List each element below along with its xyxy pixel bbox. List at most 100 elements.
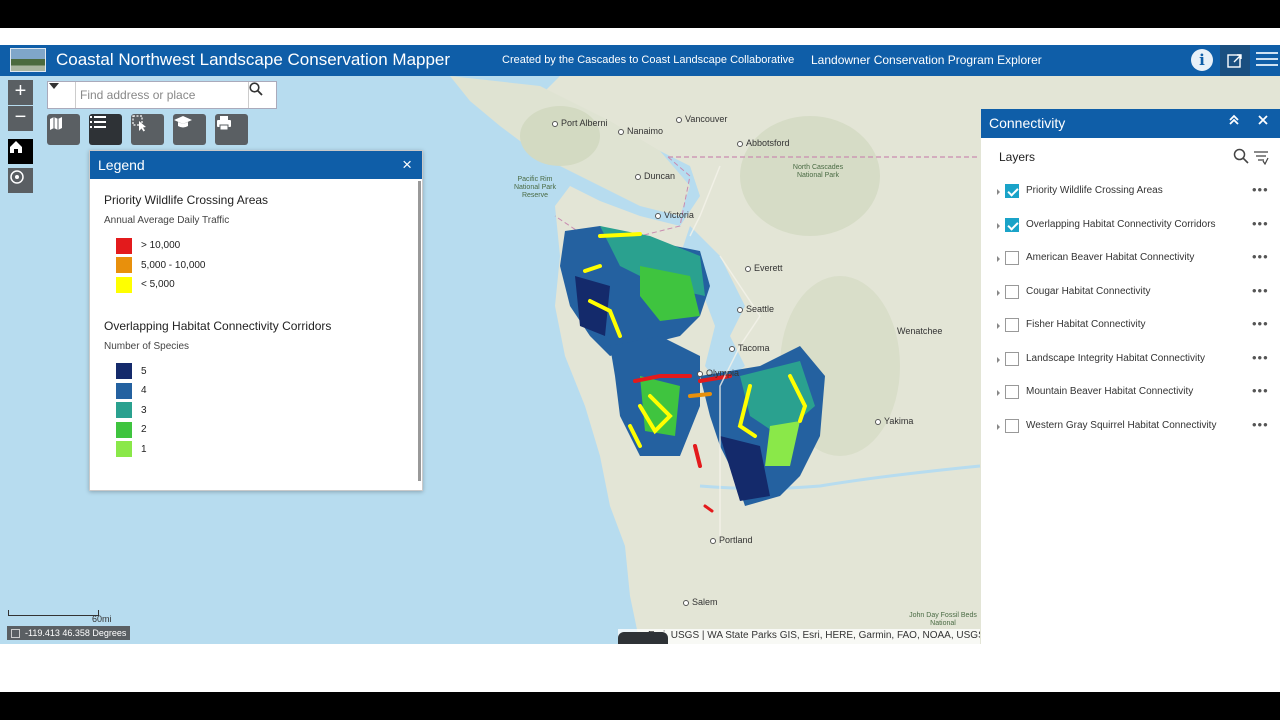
layer-list-icon xyxy=(90,116,106,128)
layer-item[interactable]: Landscape Integrity Habitat Connectivity… xyxy=(981,344,1280,378)
layer-item[interactable]: Mountain Beaver Habitat Connectivity ••• xyxy=(981,377,1280,411)
expand-caret-icon[interactable] xyxy=(997,390,1000,396)
legend-item-label: 2 xyxy=(141,424,147,436)
layer-name[interactable]: Fisher Habitat Connectivity xyxy=(1026,319,1146,330)
menu-button[interactable] xyxy=(1256,48,1278,72)
legend-swatch xyxy=(116,382,132,399)
layer-checkbox[interactable] xyxy=(1005,318,1019,332)
select-icon xyxy=(132,115,146,132)
layer-item[interactable]: American Beaver Habitat Connectivity ••• xyxy=(981,243,1280,277)
panel-header: Connectivity xyxy=(981,109,1280,138)
legend-title: Legend xyxy=(98,157,145,173)
city-label: Victoria xyxy=(655,210,694,220)
city-label: Everett xyxy=(745,263,783,273)
bookmark-button[interactable] xyxy=(47,114,80,145)
layer-options-button[interactable]: ••• xyxy=(1252,182,1269,197)
legend-body: Priority Wildlife Crossing Areas Annual … xyxy=(90,179,422,473)
coordinate-toggle-icon[interactable] xyxy=(11,628,20,638)
layer-checkbox[interactable] xyxy=(1005,217,1019,232)
zoom-in-button[interactable]: + xyxy=(8,80,33,105)
search-button[interactable] xyxy=(248,82,276,108)
layer-item[interactable]: Fisher Habitat Connectivity ••• xyxy=(981,310,1280,344)
search-widget xyxy=(47,81,277,109)
layer-name[interactable]: Mountain Beaver Habitat Connectivity xyxy=(1026,386,1193,397)
home-button[interactable] xyxy=(8,139,33,164)
layer-checkbox[interactable] xyxy=(1005,418,1019,433)
expand-caret-icon[interactable] xyxy=(997,189,1000,195)
park-label: John Day Fossil Beds National xyxy=(909,612,977,627)
expand-caret-icon[interactable] xyxy=(997,423,1000,430)
locate-icon xyxy=(10,170,24,184)
layers-title: Layers xyxy=(999,150,1036,164)
education-button[interactable] xyxy=(173,114,206,145)
layer-name[interactable]: Overlapping Habitat Connectivity Corrido… xyxy=(1026,219,1216,230)
legend-close-button[interactable]: × xyxy=(402,155,412,175)
search-icon[interactable] xyxy=(1233,148,1249,164)
select-button[interactable] xyxy=(131,114,164,145)
expand-caret-icon[interactable] xyxy=(997,323,1000,329)
city-label: Tacoma xyxy=(729,343,770,353)
layer-name[interactable]: Landscape Integrity Habitat Connectivity xyxy=(1026,353,1205,364)
layer-options-button[interactable]: ••• xyxy=(1252,249,1269,264)
park-label: North Cascades National Park xyxy=(792,164,844,179)
locate-button[interactable] xyxy=(8,168,33,193)
layer-checkbox[interactable] xyxy=(1005,351,1019,366)
legend-section-subtitle: Number of Species xyxy=(104,340,190,352)
search-input[interactable] xyxy=(80,85,245,105)
legend-item: 3 xyxy=(104,401,408,421)
legend-section-title: Overlapping Habitat Connectivity Corrido… xyxy=(104,318,332,333)
layer-options-button[interactable]: ••• xyxy=(1252,283,1269,298)
city-label: Vancouver xyxy=(676,114,727,124)
zoom-out-button[interactable]: − xyxy=(8,106,33,131)
layer-options-button[interactable]: ••• xyxy=(1252,316,1269,331)
expand-caret-icon[interactable] xyxy=(997,356,1000,363)
park-label: Pacific Rim National Park Reserve xyxy=(513,176,557,199)
search-source-dropdown[interactable] xyxy=(48,82,76,108)
print-button[interactable] xyxy=(215,114,248,145)
layer-name[interactable]: Cougar Habitat Connectivity xyxy=(1026,286,1151,297)
city-label: Portland xyxy=(710,535,753,545)
share-icon xyxy=(1227,53,1242,68)
layer-options-button[interactable]: ••• xyxy=(1252,383,1269,398)
expand-caret-icon[interactable] xyxy=(997,289,1000,296)
layer-item[interactable]: Priority Wildlife Crossing Areas ••• xyxy=(981,176,1280,210)
attribution-toggle-button[interactable] xyxy=(618,632,668,644)
legend-item: 5 xyxy=(104,362,408,382)
layer-checkbox[interactable] xyxy=(1005,184,1019,198)
expand-caret-icon[interactable] xyxy=(997,222,1000,229)
layer-options-button[interactable]: ••• xyxy=(1252,216,1269,231)
layer-item[interactable]: Overlapping Habitat Connectivity Corrido… xyxy=(981,210,1280,244)
layer-checkbox[interactable] xyxy=(1005,284,1019,299)
layer-name[interactable]: American Beaver Habitat Connectivity xyxy=(1026,252,1194,263)
layer-checkbox[interactable] xyxy=(1005,385,1019,399)
legend-swatch xyxy=(116,257,132,274)
expand-caret-icon[interactable] xyxy=(997,256,1000,262)
legend-item: 2 xyxy=(104,420,408,440)
layer-options-button[interactable]: ••• xyxy=(1252,417,1269,432)
info-button[interactable]: i xyxy=(1191,49,1213,71)
layer-checkbox[interactable] xyxy=(1005,251,1019,265)
search-icon xyxy=(249,82,263,96)
legend-swatch xyxy=(116,363,132,380)
program-explorer-link[interactable]: Landowner Conservation Program Explorer xyxy=(811,53,1042,67)
layer-name[interactable]: Priority Wildlife Crossing Areas xyxy=(1026,185,1163,196)
legend-item-label: 1 xyxy=(141,443,147,455)
legend-section-subtitle: Annual Average Daily Traffic xyxy=(104,215,230,226)
legend-scrollbar[interactable] xyxy=(418,181,421,481)
panel-close-button[interactable] xyxy=(1257,113,1269,130)
collapse-button[interactable] xyxy=(1227,113,1241,130)
legend-item: < 5,000 xyxy=(104,275,408,295)
layer-item[interactable]: Cougar Habitat Connectivity ••• xyxy=(981,277,1280,311)
layer-name[interactable]: Western Gray Squirrel Habitat Connectivi… xyxy=(1026,420,1216,431)
layers-bar: Layers xyxy=(981,138,1280,176)
coordinate-value: -119.413 46.358 Degrees xyxy=(25,628,127,638)
city-label: Nanaimo xyxy=(618,126,663,136)
layer-list-button[interactable] xyxy=(89,114,122,145)
legend-header: Legend × xyxy=(90,151,422,179)
filter-list-icon[interactable] xyxy=(1253,149,1269,165)
layer-options-button[interactable]: ••• xyxy=(1252,350,1269,365)
share-button[interactable] xyxy=(1220,45,1250,76)
city-label: Duncan xyxy=(635,171,675,181)
layer-item[interactable]: Western Gray Squirrel Habitat Connectivi… xyxy=(981,411,1280,445)
legend-item: 5,000 - 10,000 xyxy=(104,256,408,276)
